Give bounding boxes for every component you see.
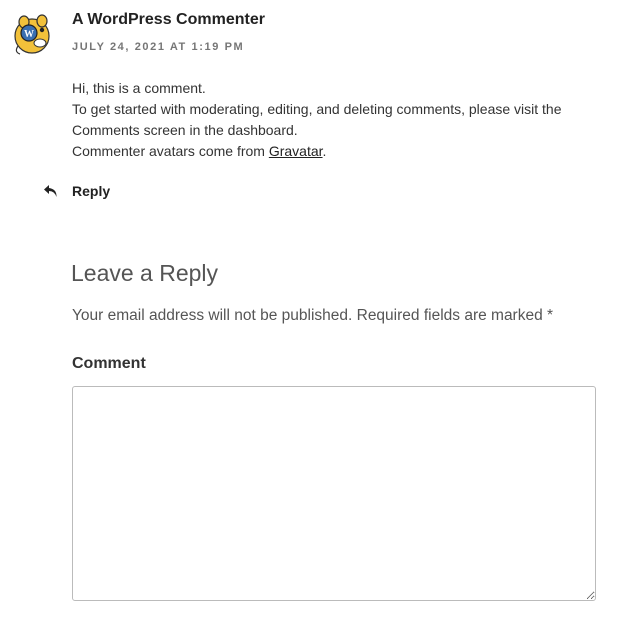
comment-author: A WordPress Commenter	[72, 11, 265, 28]
comment-date[interactable]: JULY 24, 2021 AT 1:19 PM	[72, 41, 244, 53]
comment-line-2: To get started with moderating, editing,…	[72, 101, 562, 138]
reply-button[interactable]: Reply	[72, 183, 110, 199]
wapuu-avatar-icon: W	[14, 14, 50, 55]
comment-line-3-prefix: Commenter avatars come from	[72, 143, 269, 159]
reply-arrow-icon[interactable]	[42, 183, 60, 199]
comment-field-label: Comment	[72, 355, 146, 372]
comment-textarea[interactable]	[72, 386, 596, 601]
comment-line-1: Hi, this is a comment.	[72, 80, 206, 96]
comment-line-3-suffix: .	[322, 143, 327, 159]
comment-content: Hi, this is a comment. To get started wi…	[72, 78, 612, 162]
comment-line-3: Commenter avatars come from Gravatar.	[72, 141, 612, 162]
comments-section: W A WordPress Commenter JULY 24, 2021 AT…	[0, 0, 632, 620]
gravatar-link[interactable]: Gravatar	[269, 143, 323, 159]
leave-reply-title: Leave a Reply	[71, 260, 219, 286]
svg-text:W: W	[24, 29, 34, 40]
comment-notes: Your email address will not be published…	[72, 307, 554, 324]
